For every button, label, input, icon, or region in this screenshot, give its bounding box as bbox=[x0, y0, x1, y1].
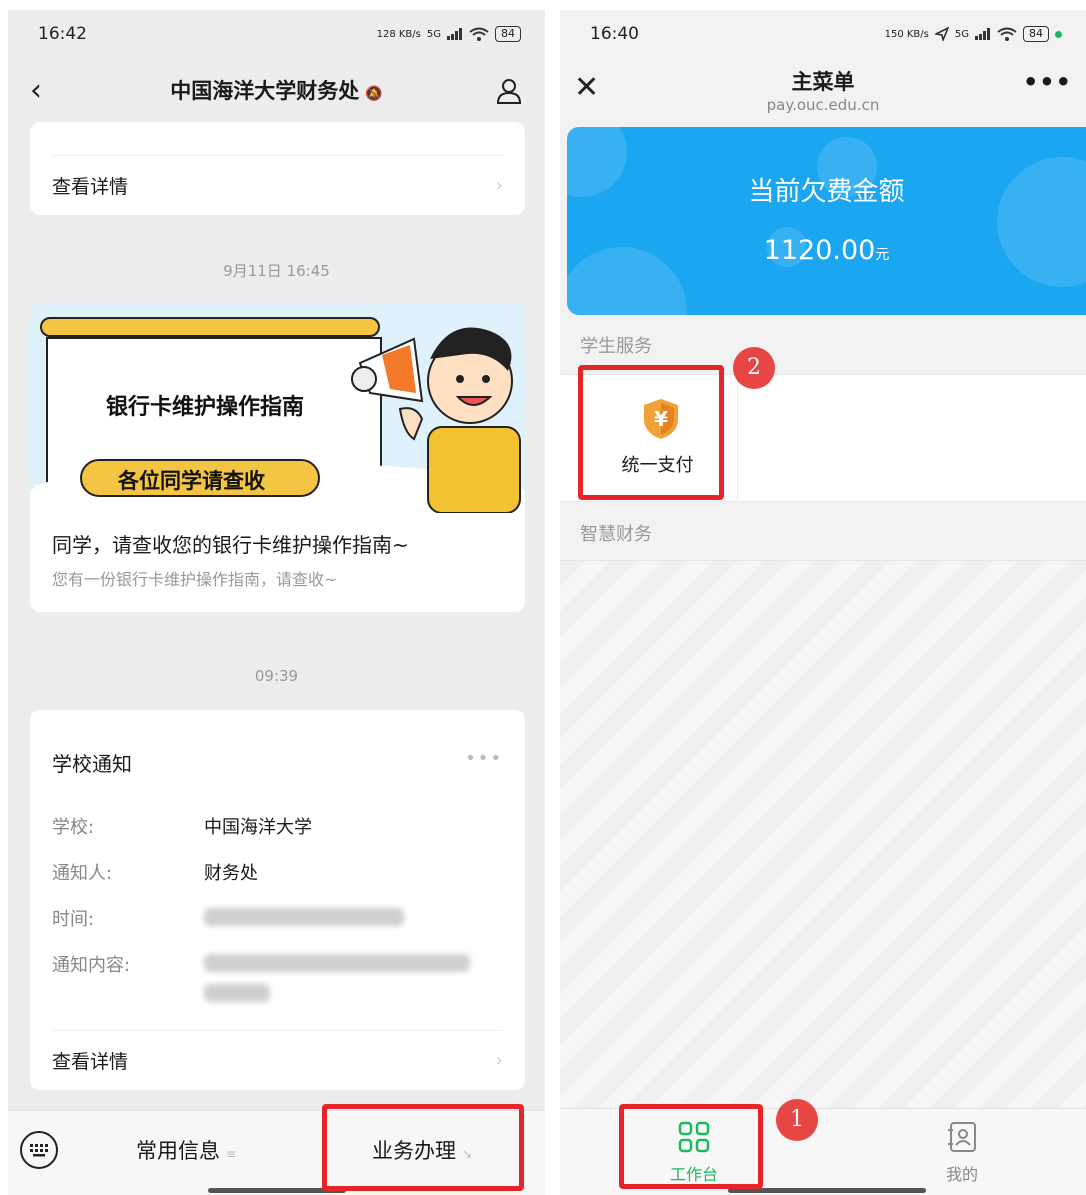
notice-key: 时间: bbox=[52, 909, 95, 930]
signal-icon bbox=[975, 28, 990, 40]
arrears-label: 当前欠费金额 bbox=[748, 177, 905, 207]
news-card[interactable]: 银行卡维护操作指南 各位同学请查收 同学，请查收您的银行卡维护操作指南~ 您有一… bbox=[30, 303, 525, 612]
notice-row: 时间: bbox=[30, 905, 525, 931]
net-speed: 150 KB/s bbox=[884, 28, 929, 40]
tab-label: 我的 bbox=[945, 1165, 978, 1184]
news-banner-image: 银行卡维护操作指南 各位同学请查收 bbox=[30, 303, 525, 513]
section-title: 学生服务 bbox=[580, 336, 652, 357]
step-badge-2: 2 bbox=[733, 347, 775, 389]
notice-value: 中国海洋大学 bbox=[204, 817, 312, 838]
chat-title: 中国海洋大学财务处 🔕 bbox=[8, 75, 545, 105]
tab-mine[interactable]: 我的 bbox=[902, 1117, 1022, 1185]
arrears-amount: 1120.00元 bbox=[567, 235, 1086, 266]
status-bar: 16:40 150 KB/s 5G 84 bbox=[560, 10, 1086, 60]
notice-key: 通知人: bbox=[52, 863, 113, 884]
wifi-icon bbox=[997, 27, 1017, 41]
redacted-text bbox=[204, 984, 270, 1002]
right-phone-screen: 16:40 150 KB/s 5G 84 ✕ 主菜单 pay.ouc.edu.c… bbox=[560, 10, 1086, 1195]
chevron-right-icon: › bbox=[495, 1049, 503, 1071]
mini-app-header: ✕ 主菜单 pay.ouc.edu.cn ••• bbox=[560, 60, 1086, 125]
keyboard-icon[interactable] bbox=[20, 1131, 58, 1169]
view-details-label: 查看详情 bbox=[52, 1050, 129, 1073]
page-title: 主菜单 bbox=[791, 70, 855, 94]
status-icons: 128 KB/s 5G 84 bbox=[377, 26, 521, 42]
signal-icon bbox=[447, 28, 462, 40]
notice-row: 学校: 中国海洋大学 bbox=[30, 813, 525, 839]
active-dot-icon bbox=[1055, 30, 1062, 38]
page-url: pay.ouc.edu.cn bbox=[766, 96, 880, 114]
more-options-icon[interactable]: ••• bbox=[1023, 68, 1072, 96]
menu-list-icon: ≡ bbox=[226, 1147, 237, 1161]
previous-message-card: 查看详情 › bbox=[30, 122, 525, 215]
news-summary: 您有一份银行卡维护操作指南，请查收~ bbox=[52, 570, 338, 589]
timestamp: 09:39 bbox=[254, 667, 299, 685]
more-options-icon[interactable]: ••• bbox=[465, 748, 503, 777]
notice-value: 财务处 bbox=[204, 863, 258, 884]
chat-title-text: 中国海洋大学财务处 bbox=[170, 79, 360, 103]
battery-icon: 84 bbox=[495, 26, 521, 42]
school-notice-card[interactable]: 学校通知 ••• 学校: 中国海洋大学 通知人: 财务处 时间: 通知内容: 查… bbox=[30, 710, 525, 1090]
view-details-link[interactable]: 查看详情 › bbox=[30, 1031, 525, 1089]
megaphone-cartoon-icon bbox=[351, 327, 521, 513]
status-time: 16:42 bbox=[38, 24, 87, 44]
notice-key: 通知内容: bbox=[52, 955, 131, 976]
status-icons: 150 KB/s 5G 84 bbox=[885, 26, 1062, 42]
highlight-unified-payment bbox=[578, 365, 724, 500]
news-title: 同学，请查收您的银行卡维护操作指南~ bbox=[52, 533, 409, 557]
menu-label: 常用信息 bbox=[136, 1139, 220, 1163]
empty-content-area bbox=[560, 560, 1086, 1108]
notice-header: 学校通知 ••• bbox=[30, 710, 525, 777]
status-bar: 16:42 128 KB/s 5G 84 bbox=[8, 10, 545, 60]
view-details-label: 查看详情 bbox=[52, 175, 129, 198]
wifi-icon bbox=[469, 27, 489, 41]
notice-title: 学校通知 bbox=[52, 752, 132, 776]
highlight-workbench-tab bbox=[619, 1104, 763, 1189]
amount-value: 1120.00 bbox=[763, 235, 876, 266]
banner-title: 银行卡维护操作指南 bbox=[106, 395, 305, 420]
chat-header: ‹ 中国海洋大学财务处 🔕 bbox=[8, 65, 545, 125]
timestamp: 9月11日 16:45 bbox=[223, 262, 330, 280]
notice-key: 学校: bbox=[52, 817, 95, 838]
arrears-summary-card: 当前欠费金额 1120.00元 bbox=[567, 127, 1086, 315]
view-details-link[interactable]: 查看详情 › bbox=[30, 156, 525, 214]
chevron-right-icon: › bbox=[495, 174, 503, 196]
section-title: 智慧财务 bbox=[580, 524, 652, 545]
status-time: 16:40 bbox=[590, 24, 639, 44]
banner-subtitle: 各位同学请查收 bbox=[118, 469, 265, 493]
redacted-text bbox=[204, 954, 470, 972]
amount-unit: 元 bbox=[875, 247, 890, 263]
highlight-business-handling bbox=[322, 1104, 524, 1191]
contact-book-icon bbox=[948, 1122, 976, 1152]
mute-icon: 🔕 bbox=[365, 86, 383, 102]
notice-row: 通知内容: bbox=[30, 951, 525, 1002]
left-phone-screen: 16:42 128 KB/s 5G 84 ‹ 中国海洋大学财务处 🔕 查看详情 ›… bbox=[8, 10, 545, 1195]
step-badge-1: 1 bbox=[776, 1099, 818, 1141]
network-label: 5G bbox=[954, 28, 969, 40]
menu-common-info[interactable]: 常用信息 ≡ bbox=[136, 1135, 236, 1165]
location-icon bbox=[934, 27, 949, 41]
notice-row: 通知人: 财务处 bbox=[30, 859, 525, 885]
network-label: 5G bbox=[426, 28, 441, 40]
net-speed: 128 KB/s bbox=[376, 28, 421, 40]
profile-icon[interactable] bbox=[495, 77, 523, 105]
battery-icon: 84 bbox=[1023, 26, 1049, 42]
redacted-text bbox=[204, 908, 404, 926]
